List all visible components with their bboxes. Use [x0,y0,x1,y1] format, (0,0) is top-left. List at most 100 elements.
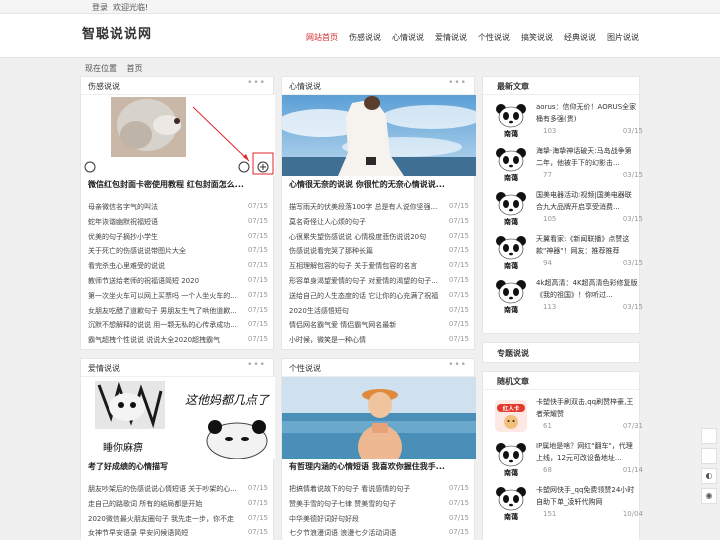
list-item[interactable]: 朋友吵架后的伤感说说心情短语 关于吵架的心... 07/15 [88,483,268,498]
list-item-title[interactable]: 送给自己的人生态度的话 它让你的心充满了祝福... [289,291,439,301]
site-logo[interactable]: 智聪说说网 [82,23,152,42]
list-item[interactable]: 南蔼 国美电器活动:视频|国美电器联合九大品牌开启享受消费... 105 03/… [493,187,643,231]
picture-caption[interactable]: 心情很无奈的说说 你很忙的无奈心情说说... [289,179,469,190]
list-item-title[interactable]: 蛇年诙谐幽默祝福短语 [88,217,238,227]
list-item-title[interactable]: 小时候，微笑是一种心情 [289,335,439,345]
list-item[interactable]: 赞美手雪的句子七律 赞美雪的句子 07/15 [289,498,469,513]
login-link[interactable]: 登录 [92,2,108,13]
list-item-title[interactable]: 关于死亡的伤感说说带图片大全 [88,246,238,256]
list-item[interactable]: 关于死亡的伤感说说带图片大全 07/15 [88,245,268,260]
list-item-title[interactable]: 描写雨天的伏美段落100字 总是有人说你坚强... [289,202,439,212]
list-item[interactable]: 第一次坐火车可以网上买票吗 一个人坐火车的... 07/15 [88,290,268,305]
article-title[interactable]: 海挚·海挚神话破天:马岛战争第二年，他被手下的幻影击... [536,145,638,169]
list-item[interactable]: 2020微信最火朋友圈句子 我先走一步，你不走 07/15 [88,513,268,528]
nav-classic[interactable]: 经典说说 [564,32,596,43]
list-item-title[interactable]: 看完杀虫心里难受的说说 [88,261,238,271]
list-item[interactable]: 伤感说说看完哭了那种长篇 07/15 [289,245,469,260]
list-item-title[interactable]: 沉默不想解释的说说 用一颗无私的心传承成功... [88,320,238,330]
nav-picture[interactable]: 图片说说 [607,32,639,43]
list-item[interactable]: 母亲微信名字气的叫法 07/15 [88,201,268,216]
card-title[interactable]: 爱情说说 [88,363,120,374]
theme-toggle-icon[interactable]: ◐ [701,468,717,484]
card-title[interactable]: 伤感说说 [88,81,120,92]
nav-home[interactable]: 网站首页 [306,32,338,43]
list-item-title[interactable]: 第一次坐火车可以网上买票吗 一个人坐火车的... [88,291,238,301]
list-item[interactable]: 中华美德好词好句好段 07/15 [289,513,469,528]
list-item[interactable]: 红人卡 卡塑快手刷双击,qq刷赞梓豪,王者荣耀赞 61 07/31 [493,394,643,438]
section-picture[interactable] [282,95,476,176]
list-item[interactable]: 小时候，微笑是一种心情 07/15 [289,334,469,349]
list-item[interactable]: 看完杀虫心里难受的说说 07/15 [88,260,268,275]
list-item[interactable]: 南蔼 天翼看家:《新闻联播》点赞这款"神器"！网友：推荐推荐 94 03/15 [493,231,643,275]
breadcrumb-home[interactable]: 首页 [127,64,143,73]
nav-mood[interactable]: 心情说说 [392,32,424,43]
list-item-title[interactable]: 走自己的路歌词 所有的结局都是开始 [88,499,238,509]
list-item[interactable]: 送给自己的人生态度的话 它让你的心充满了祝福... 07/15 [289,290,469,305]
list-item[interactable]: 南蔼 4k超高清：4K超高清色彩修复版《我的祖国》！你听过... 113 03/… [493,275,643,319]
nav-funny[interactable]: 搞笑说说 [521,32,553,43]
card-title[interactable]: 个性说说 [289,363,321,374]
list-item-title[interactable]: 女朋友吃醋了道歉句子 男朋友生气了哄他道歉... [88,306,238,316]
article-title[interactable]: aorus：信仰无价！AORUS全家桶有多强(贵) [536,101,638,125]
list-item-title[interactable]: 赞美手雪的句子七律 赞美雪的句子 [289,499,439,509]
list-item[interactable]: 描写雨天的伏美段落100字 总是有人说你坚强... 07/15 [289,201,469,216]
list-item[interactable]: 南蔼 海挚·海挚神话破天:马岛战争第二年，他被手下的幻影击... 77 03/1… [493,143,643,187]
list-item[interactable]: 霸气超拽个性说说 说说大全2020超拽霸气 07/15 [88,334,268,349]
list-item[interactable]: 南蔼 aorus：信仰无价！AORUS全家桶有多强(贵) 103 03/15 [493,99,643,143]
more-icon[interactable]: ••• [247,78,266,88]
list-item-title[interactable]: 朋友吵架后的伤感说说心情短语 关于吵架的心... [88,484,238,494]
list-item[interactable]: 心很累失望伤感说说 心情极度悲伤说说20句 07/15 [289,231,469,246]
list-item[interactable]: 形容单身渴望爱情的句子 对爱情的渴望的句子... 07/15 [289,275,469,290]
more-icon[interactable]: ••• [448,360,467,370]
picture-caption[interactable]: 有哲理内涵的心情短语 我喜欢你握住我手... [289,461,469,472]
article-title[interactable]: 卡塑网快手_qq免费领赞24小时自助下单_凌轩代购网 [536,484,638,508]
list-item-title[interactable]: 互相理解包容的句子 关于爱情包容的名言 [289,261,439,271]
picture-caption[interactable]: 考了好成绩的心情描写 [88,461,268,472]
list-item[interactable]: 七夕节浪漫词语 浪漫七夕活动词语 07/15 [289,527,469,540]
list-item[interactable]: 南蔼 卡塑网快手_qq免费领赞24小时自助下单_凌轩代购网 151 10/04 [493,482,643,526]
float-button-empty[interactable] [701,448,717,464]
list-item-title[interactable]: 心很累失望伤感说说 心情极度悲伤说说20句 [289,232,439,242]
list-item[interactable]: 女朋友吃醋了道歉句子 男朋友生气了哄他道歉... 07/15 [88,305,268,320]
list-item[interactable]: 情侣网名霸气爱 情侣霸气网名最新 07/15 [289,319,469,334]
list-item[interactable]: 女神节早安语录 早安问候语简短 07/15 [88,527,268,540]
list-item[interactable]: 互相理解包容的句子 关于爱情包容的名言 07/15 [289,260,469,275]
list-item-title[interactable]: 伤感说说看完哭了那种长篇 [289,246,439,256]
list-item[interactable]: 沉默不想解释的说说 用一颗无私的心传承成功... 07/15 [88,319,268,334]
section-picture[interactable] [81,95,275,176]
list-item[interactable]: 莫名奇怪让人心烦的句子 07/15 [289,216,469,231]
nav-love[interactable]: 爱情说说 [435,32,467,43]
more-icon[interactable]: ••• [448,78,467,88]
list-item-title[interactable]: 把搞情着说故下的句子 看说感情的句子 [289,484,439,494]
nav-sad[interactable]: 伤感说说 [349,32,381,43]
nav-personal[interactable]: 个性说说 [478,32,510,43]
list-item[interactable]: 把搞情着说故下的句子 看说感情的句子 07/15 [289,483,469,498]
list-item-title[interactable]: 2020微信最火朋友圈句子 我先走一步，你不走 [88,514,238,524]
section-picture[interactable]: 这他妈都几点了 睡你麻痹 [81,377,275,459]
article-title[interactable]: IP属地是啥？网红"翻车"，代理上线，12元可改设备地址... [536,440,638,464]
list-item-title[interactable]: 形容单身渴望爱情的句子 对爱情的渴望的句子... [289,276,439,286]
list-item[interactable]: 教师节送给老师的祝福语简短 2020 07/15 [88,275,268,290]
list-item[interactable]: 走自己的路歌词 所有的结局都是开始 07/15 [88,498,268,513]
section-picture[interactable] [282,377,476,459]
card-title[interactable]: 心情说说 [289,81,321,92]
article-title[interactable]: 国美电器活动:视频|国美电器联合九大品牌开启享受消费... [536,189,638,213]
list-item-title[interactable]: 中华美德好词好句好段 [289,514,439,524]
list-item-title[interactable]: 2020生活感悟短句 [289,306,439,316]
float-button-empty[interactable] [701,428,717,444]
more-icon[interactable]: ••• [247,360,266,370]
article-title[interactable]: 卡塑快手刷双击,qq刷赞梓豪,王者荣耀赞 [536,396,638,420]
picture-caption[interactable]: 微信红包封面卡密使用教程 红包封面怎么... [88,179,268,190]
list-item-title[interactable]: 七夕节浪漫词语 浪漫七夕活动词语 [289,528,439,538]
list-item-title[interactable]: 莫名奇怪让人心烦的句子 [289,217,439,227]
list-item[interactable]: 2020生活感悟短句 07/15 [289,305,469,320]
list-item-title[interactable]: 情侣网名霸气爱 情侣霸气网名最新 [289,320,439,330]
list-item[interactable]: 优美的句子摘抄小学生 07/15 [88,231,268,246]
list-item-title[interactable]: 母亲微信名字气的叫法 [88,202,238,212]
list-item[interactable]: 蛇年诙谐幽默祝福短语 07/15 [88,216,268,231]
list-item[interactable]: 南蔼 IP属地是啥？网红"翻车"，代理上线，12元可改设备地址... 68 01… [493,438,643,482]
article-title[interactable]: 4k超高清：4K超高清色彩修复版《我的祖国》！你听过... [536,277,638,301]
float-action-icon[interactable]: ◉ [701,488,717,504]
list-item-title[interactable]: 优美的句子摘抄小学生 [88,232,238,242]
article-title[interactable]: 天翼看家:《新闻联播》点赞这款"神器"！网友：推荐推荐 [536,233,638,257]
